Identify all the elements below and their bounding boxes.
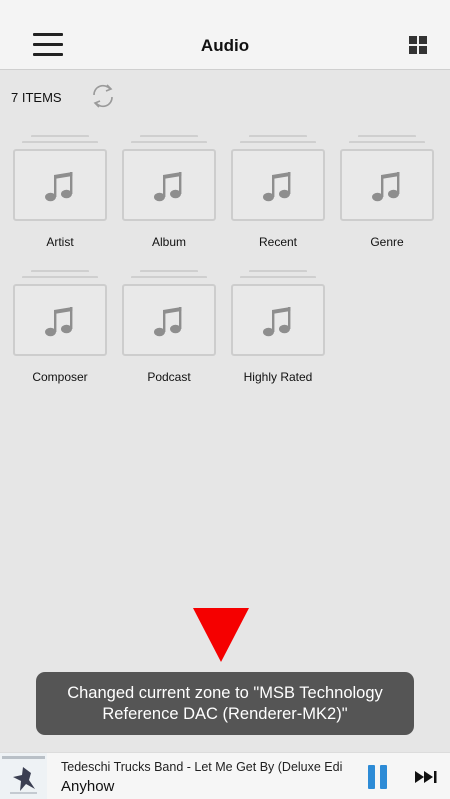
- category-tile-recent[interactable]: Recent: [231, 135, 325, 253]
- music-note-icon: [263, 172, 291, 202]
- category-tile-genre[interactable]: Genre: [340, 135, 434, 253]
- now-playing-bar[interactable]: Tedeschi Trucks Band - Let Me Get By (De…: [0, 752, 450, 799]
- skip-next-icon[interactable]: [415, 769, 439, 785]
- music-note-icon: [263, 307, 291, 337]
- toast-line-1: Changed current zone to "MSB Technology: [67, 684, 383, 702]
- track-title: Anyhow: [61, 778, 115, 795]
- refresh-icon[interactable]: [90, 82, 116, 110]
- category-tile-artist[interactable]: Artist: [13, 135, 107, 253]
- category-label: Highly Rated: [243, 370, 313, 384]
- category-label: Album: [151, 235, 186, 249]
- pause-icon[interactable]: [368, 765, 390, 789]
- category-tile-composer[interactable]: Composer: [13, 270, 107, 388]
- category-tile-podcast[interactable]: Podcast: [122, 270, 216, 388]
- album-art[interactable]: [0, 753, 47, 799]
- category-tile-album[interactable]: Album: [122, 135, 216, 253]
- toast-line-2: Reference DAC (Renderer-MK2)": [102, 705, 348, 723]
- grid-view-icon[interactable]: [409, 36, 428, 55]
- music-note-icon: [45, 307, 73, 337]
- category-label: Podcast: [147, 370, 191, 384]
- category-tile-highly-rated[interactable]: Highly Rated: [231, 270, 325, 388]
- zone-change-toast: Changed current zone to "MSB Technology …: [36, 672, 414, 735]
- music-note-icon: [372, 172, 400, 202]
- music-note-icon: [45, 172, 73, 202]
- category-label: Genre: [370, 235, 404, 249]
- category-label: Artist: [46, 235, 74, 249]
- app-header: Audio: [0, 0, 450, 70]
- page-title: Audio: [200, 36, 250, 55]
- music-note-icon: [154, 172, 182, 202]
- category-label: Composer: [32, 370, 88, 384]
- category-label: Recent: [258, 235, 298, 249]
- indicator-arrow-icon: [193, 608, 249, 662]
- track-artist-album: Tedeschi Trucks Band - Let Me Get By (De…: [61, 760, 343, 774]
- item-count: 7 ITEMS: [11, 90, 62, 105]
- music-note-icon: [154, 307, 182, 337]
